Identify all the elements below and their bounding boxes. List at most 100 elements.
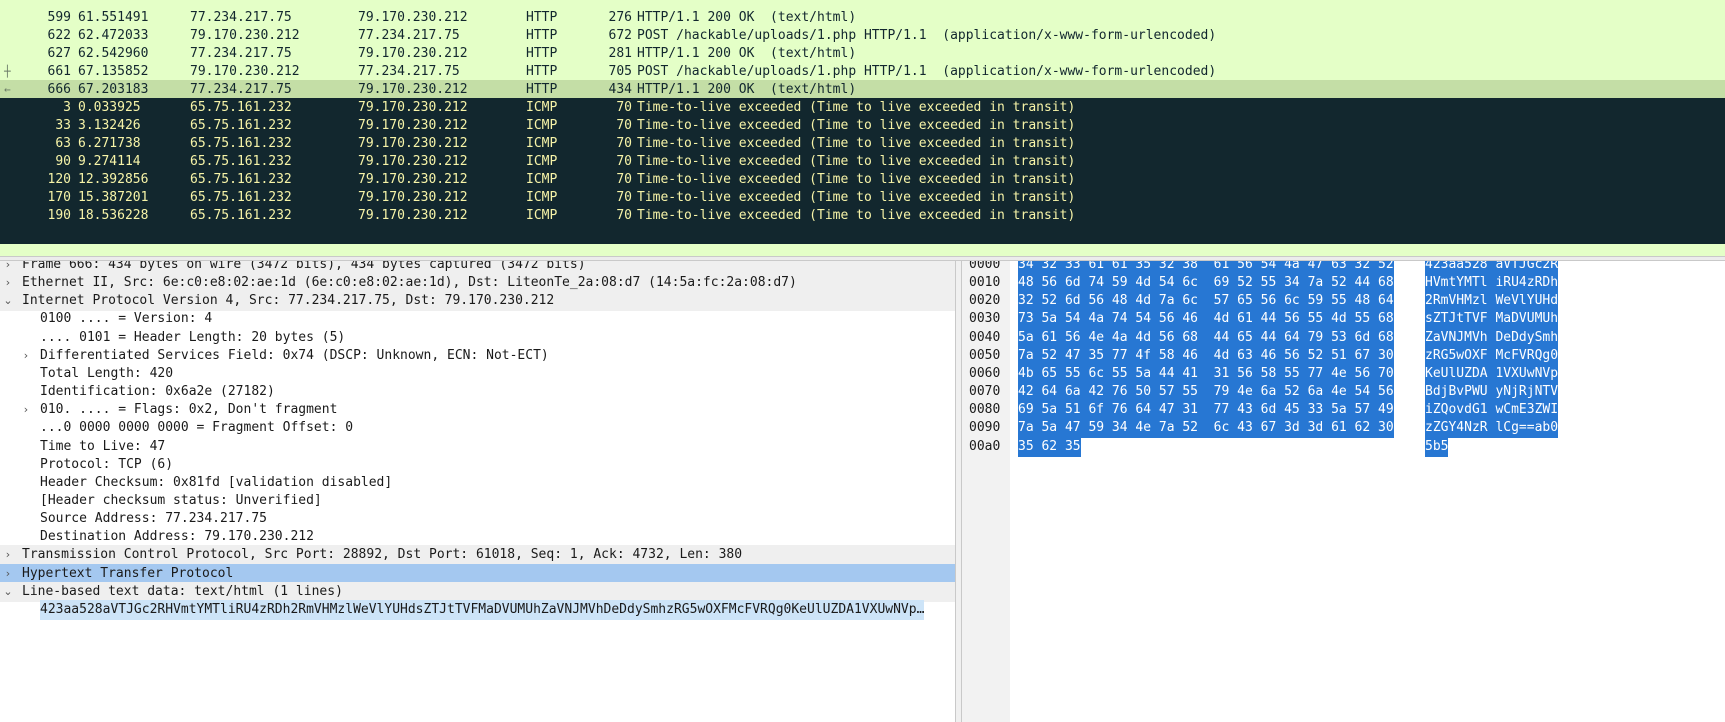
detail-tree-row[interactable]: ⌄ Line-based text data: text/html (1 line… — [0, 581, 955, 602]
detail-tree-label: [Header checksum status: Unverified] — [40, 492, 322, 508]
detail-tree-row[interactable]: Destination Address: 79.170.230.212 — [0, 527, 955, 547]
collapsed-chevron-icon[interactable]: › — [1, 564, 15, 584]
expanded-chevron-icon[interactable]: ⌄ — [1, 582, 15, 602]
hex-bytes[interactable]: 5a 61 56 4e 4a 4d 56 68 44 65 44 64 79 5… — [1018, 327, 1394, 348]
packet-row-selected[interactable]: ← 666 67.203183 77.234.217.75 79.170.230.212… — [0, 80, 1725, 100]
packet-row[interactable] — [0, 224, 1725, 244]
detail-tree-row[interactable]: Identification: 0x6a2e (27182) — [0, 382, 955, 402]
ascii-bytes[interactable]: BdjBvPWU yNjRjNTV — [1425, 382, 1559, 402]
packet-cell-no: 33 — [55, 118, 71, 133]
packet-row[interactable]: 33 3.132426 65.75.161.232 79.170.230.212 ICM… — [0, 116, 1725, 136]
packet-cell-src: 65.75.161.232 — [190, 208, 292, 223]
packet-cell-len: 434 — [608, 82, 632, 97]
packet-bytes-pane[interactable]: 0000 34 32 33 61 61 35 32 38 61 56 54 4a … — [962, 261, 1725, 722]
hex-bytes[interactable]: 69 5a 51 6f 76 64 47 31 77 43 6d 45 33 5… — [1018, 400, 1394, 421]
packet-cell-no: 661 — [47, 64, 71, 79]
detail-tree-row[interactable]: › Transmission Control Protocol, Src Port… — [0, 545, 955, 566]
packet-row[interactable]: 599 61.551491 77.234.217.75 79.170.230.212 H… — [0, 8, 1725, 28]
byte-offset: 0090 — [969, 420, 1001, 436]
ascii-bytes[interactable]: HVmtYMTl iRU4zRDh — [1425, 273, 1559, 294]
packet-cell-src: 77.234.217.75 — [190, 46, 292, 61]
ascii-bytes[interactable]: KeUlUZDA 1VXUwNVp — [1425, 363, 1559, 384]
detail-tree-row[interactable]: ⌄ Internet Protocol Version 4, Src: 77.23… — [0, 291, 955, 312]
packet-row[interactable]: 622 62.472033 79.170.230.212 77.234.217.75 H… — [0, 26, 1725, 46]
hex-bytes[interactable]: 7a 5a 47 59 34 4e 7a 52 6c 43 67 3d 3d 6… — [1018, 418, 1394, 439]
hex-bytes[interactable]: 35 62 35 — [1018, 436, 1081, 457]
ascii-bytes[interactable]: zRG5wOXF McFVRQg0 — [1425, 345, 1559, 366]
detail-tree-label: Identification: 0x6a2e (27182) — [40, 384, 275, 399]
ascii-bytes[interactable]: 2RmVHMzl WeVlYUHd — [1425, 291, 1559, 312]
packet-row[interactable]: 90 9.274114 65.75.161.232 79.170.230.212 ICM… — [0, 152, 1725, 172]
detail-tree-row[interactable]: 0100 .... = Version: 4 — [0, 309, 955, 329]
detail-tree-row[interactable]: Protocol: TCP (6) — [0, 455, 955, 475]
hex-bytes[interactable]: 48 56 6d 74 59 4d 54 6c 69 52 55 34 7a 5… — [1018, 273, 1394, 294]
packet-cell-proto: HTTP — [526, 10, 558, 25]
hex-bytes[interactable]: 73 5a 54 4a 74 54 56 46 4d 61 44 56 55 4… — [1018, 309, 1394, 330]
packet-cell-proto: ICMP — [526, 208, 558, 223]
packet-cell-proto: HTTP — [526, 64, 558, 79]
packet-row[interactable]: 3 0.033925 65.75.161.232 79.170.230.212 ICMP… — [0, 98, 1725, 118]
hex-bytes[interactable]: 7a 52 47 35 77 4f 58 46 4d 63 46 56 52 5… — [1018, 345, 1394, 366]
hex-bytes[interactable]: 4b 65 55 6c 55 5a 44 41 31 56 58 55 77 4… — [1018, 363, 1394, 384]
packet-details-tree[interactable]: › Frame 666: 434 bytes on wire (3472 bits… — [0, 261, 956, 722]
packet-row[interactable]: 190 18.536228 65.75.161.232 79.170.230.212 I… — [0, 206, 1725, 226]
collapsed-chevron-icon[interactable]: › — [1, 273, 15, 293]
detail-tree-row[interactable]: [Header checksum status: Unverified] — [0, 491, 955, 511]
packet-cell-src: 65.75.161.232 — [190, 190, 292, 205]
detail-tree-label: Hypertext Transfer Protocol — [22, 565, 234, 581]
ascii-bytes[interactable]: ZaVNJMVh DeDdySmh — [1425, 327, 1559, 348]
packet-cell-src: 65.75.161.232 — [190, 154, 292, 169]
packet-cell-no: 599 — [47, 10, 71, 25]
detail-tree-row[interactable]: Time to Live: 47 — [0, 437, 955, 457]
packet-row[interactable]: 63 6.271738 65.75.161.232 79.170.230.212 ICM… — [0, 134, 1725, 154]
packet-row[interactable]: 120 12.392856 65.75.161.232 79.170.230.212 I… — [0, 170, 1725, 190]
packet-row[interactable]: ┼ 661 67.135852 79.170.230.212 77.234.217.75… — [0, 62, 1725, 82]
detail-tree-row[interactable]: Header Checksum: 0x81fd [validation disa… — [0, 473, 955, 493]
detail-tree-row[interactable]: 423aa528aVTJGc2RHVmtYMTliRU4zRDh2RmVHMzl… — [0, 599, 955, 620]
packet-list[interactable]: 599 61.551491 77.234.217.75 79.170.230.212 H… — [0, 0, 1725, 256]
expanded-chevron-icon[interactable]: ⌄ — [1, 291, 15, 311]
packet-cell-time: 9.274114 — [78, 154, 141, 169]
packet-cell-time: 6.271738 — [78, 136, 141, 151]
byte-offset: 0080 — [969, 402, 1001, 418]
detail-tree-label: ...0 0000 0000 0000 = Fragment Offset: 0 — [40, 420, 354, 436]
detail-tree-label: Source Address: 77.234.217.75 — [40, 511, 267, 527]
packet-row[interactable]: 170 15.387201 65.75.161.232 79.170.230.212 I… — [0, 188, 1725, 208]
packet-cell-len: 70 — [616, 190, 632, 205]
detail-tree-row[interactable]: Total Length: 420 — [0, 364, 955, 384]
packet-cell-info: POST /hackable/uploads/1.php HTTP/1.1 (a… — [637, 64, 1217, 79]
packet-cell-no: 190 — [47, 208, 71, 223]
packet-cell-time: 62.542960 — [78, 46, 149, 61]
packet-cell-dst: 79.170.230.212 — [358, 46, 468, 61]
packet-cell-dst: 79.170.230.212 — [358, 118, 468, 133]
packet-cell-info: Time-to-live exceeded (Time to live exce… — [637, 190, 1076, 205]
ascii-bytes[interactable]: 5b5 — [1425, 436, 1449, 457]
byte-offset: 0030 — [969, 311, 1001, 327]
collapsed-chevron-icon[interactable]: › — [19, 400, 33, 420]
packet-cell-no: 63 — [55, 136, 71, 151]
hex-bytes[interactable]: 42 64 6a 42 76 50 57 55 79 4e 6a 52 6a 4… — [1018, 382, 1394, 402]
ascii-bytes[interactable]: iZQovdG1 wCmE3ZWI — [1425, 400, 1559, 421]
collapsed-chevron-icon[interactable]: › — [19, 346, 33, 366]
detail-tree-label: Total Length: 420 — [40, 365, 174, 381]
detail-tree-label: Header Checksum: 0x81fd [validation disa… — [40, 474, 393, 490]
packet-cell-len: 70 — [616, 100, 632, 115]
collapsed-chevron-icon[interactable]: › — [1, 545, 15, 565]
detail-tree-row[interactable]: ...0 0000 0000 0000 = Fragment Offset: 0 — [0, 418, 955, 438]
detail-tree-row[interactable]: › Differentiated Services Field: 0x74 (DS… — [0, 346, 955, 366]
packet-row[interactable]: 627 62.542960 77.234.217.75 79.170.230.212 H… — [0, 44, 1725, 64]
detail-tree-row[interactable]: Source Address: 77.234.217.75 — [0, 509, 955, 529]
ascii-bytes[interactable]: sZTJtTVF MaDVUMUh — [1425, 309, 1559, 330]
detail-tree-row[interactable]: › Hypertext Transfer Protocol — [0, 563, 955, 584]
packet-cell-proto: ICMP — [526, 190, 558, 205]
hex-bytes[interactable]: 32 52 6d 56 48 4d 7a 6c 57 65 56 6c 59 5… — [1018, 291, 1394, 312]
detail-tree-label: Line-based text data: text/html (1 lines… — [22, 583, 343, 599]
detail-tree-row[interactable]: .... 0101 = Header Length: 20 bytes (5) — [0, 328, 955, 348]
detail-tree-row[interactable]: › 010. .... = Flags: 0x2, Don't fragment — [0, 400, 955, 420]
packet-cell-src: 65.75.161.232 — [190, 118, 292, 133]
packet-cell-len: 705 — [608, 64, 632, 79]
detail-tree-row[interactable]: › Ethernet II, Src: 6e:c0:e8:02:ae:1d (6e… — [0, 273, 955, 294]
packet-cell-no: 170 — [47, 190, 71, 205]
packet-cell-src: 65.75.161.232 — [190, 100, 292, 115]
ascii-bytes[interactable]: zZGY4NzR lCg==ab0 — [1425, 418, 1559, 439]
